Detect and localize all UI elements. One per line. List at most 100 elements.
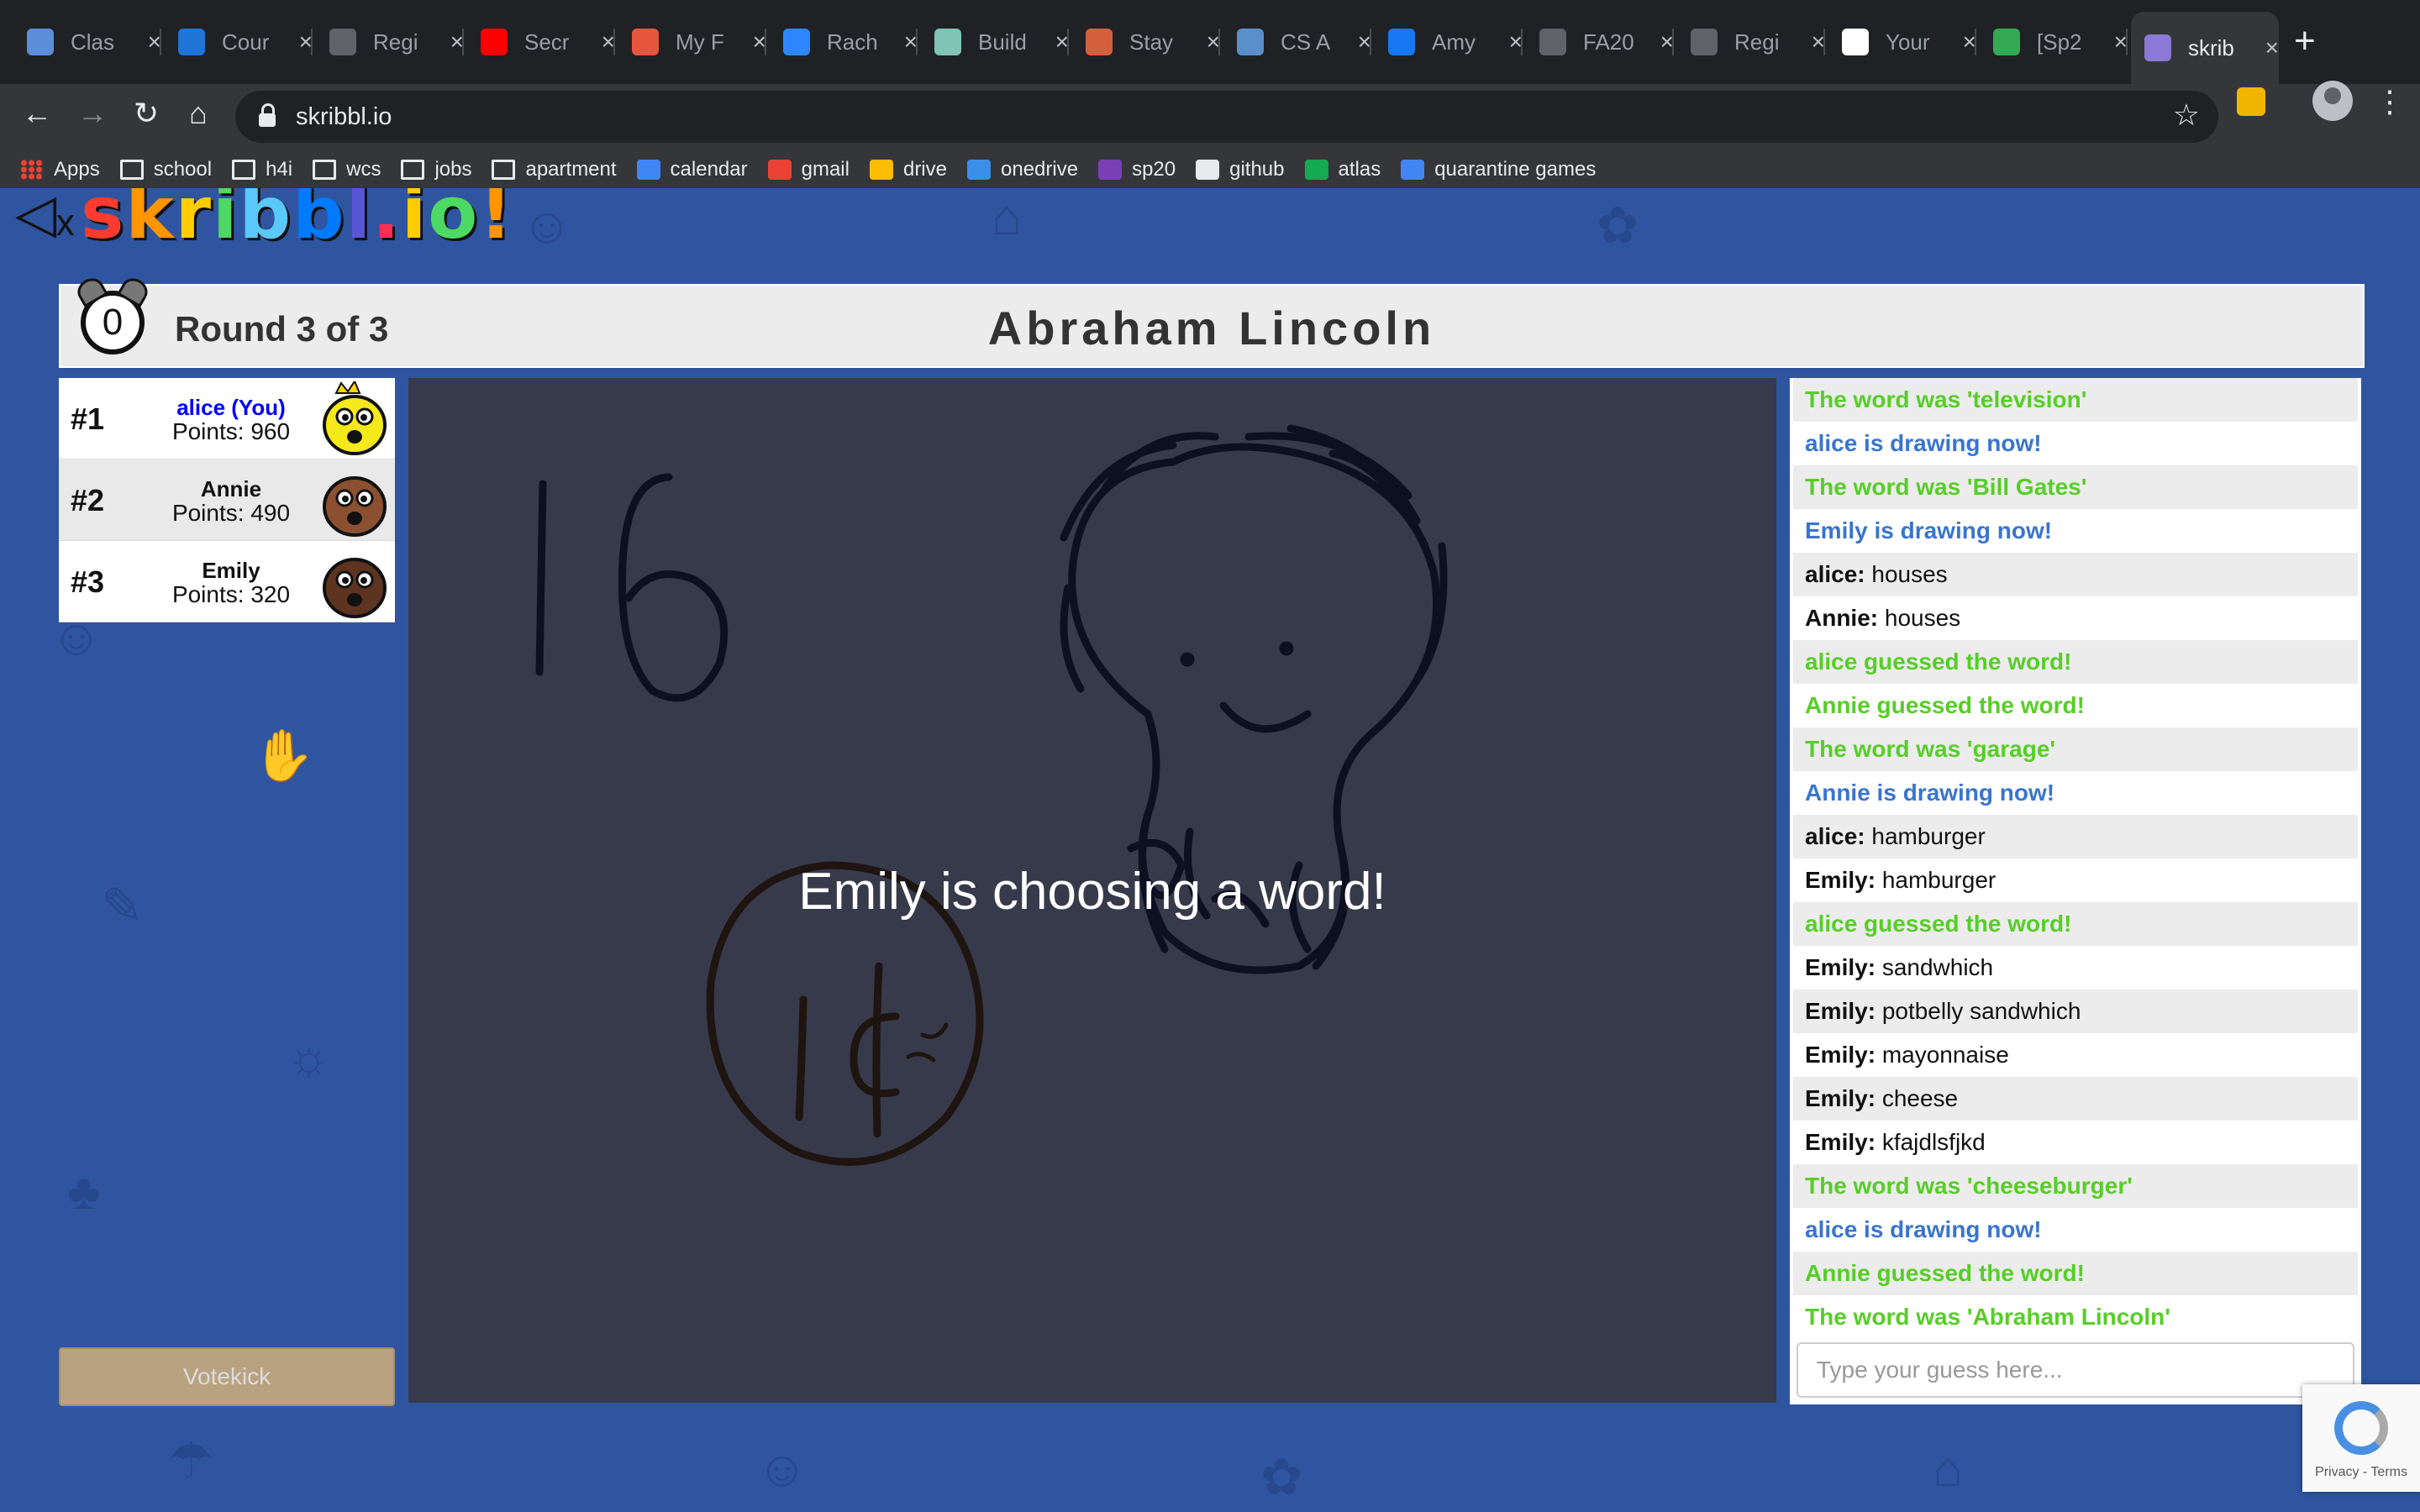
folder-icon [313, 160, 337, 180]
tab-title: [Sp2 [2037, 29, 2082, 55]
chat-system-text: The word was 'garage' [1805, 736, 2056, 762]
bookmark-onedrive[interactable]: onedrive [967, 158, 1078, 181]
i-logo-icon [632, 29, 659, 55]
tab-separator [1218, 29, 1220, 55]
bookmark-Apps[interactable]: Apps [20, 158, 100, 181]
bookmark-atlas[interactable]: atlas [1304, 158, 1381, 181]
bookmark-label: school [153, 158, 213, 181]
drawn-digit-one [535, 480, 547, 676]
player-rank: #2 [71, 483, 105, 517]
chat-message: Emily: cheese [1793, 1077, 2358, 1121]
browser-tab[interactable]: skrib × [2131, 12, 2279, 84]
bookmark-apartment[interactable]: apartment [492, 158, 617, 181]
browser-tab[interactable]: Your × [1828, 17, 1976, 67]
browser-tab[interactable]: Stay × [1072, 17, 1220, 67]
tab-title: Stay [1129, 29, 1174, 55]
tab-separator [765, 29, 766, 55]
folder-icon [119, 160, 144, 180]
bookmark-wcs[interactable]: wcs [313, 158, 381, 181]
browser-tab[interactable]: [Sp2 × [1980, 17, 2128, 67]
browser-tab[interactable]: Amy × [1375, 17, 1523, 67]
reload-icon[interactable]: ↻ [124, 96, 168, 131]
chat-text: sandwhich [1881, 954, 1994, 980]
current-word: Abraham Lincoln [987, 302, 1436, 354]
chat-system-text: The word was 'Bill Gates' [1805, 474, 2087, 500]
chat-system-text: alice is drawing now! [1805, 1216, 2042, 1242]
browser-tab[interactable]: Secr × [467, 17, 615, 67]
bookmark-h4i[interactable]: h4i [232, 158, 292, 181]
doodle-icon: ⌂ [992, 189, 1023, 245]
votekick-button[interactable]: Votekick [59, 1347, 395, 1406]
forward-arrow-icon[interactable]: → [71, 96, 114, 131]
tab-separator [311, 29, 313, 55]
browser-tab[interactable]: Build × [921, 17, 1069, 67]
bookmark-label: quarantine games [1434, 158, 1597, 181]
circle-play-icon [27, 29, 54, 55]
chat-text: cheese [1881, 1085, 1959, 1111]
chat-system-text: Annie guessed the word! [1805, 1260, 2085, 1286]
tab-title: skrib [2188, 34, 2234, 60]
tab-title: Cour [222, 29, 270, 55]
bookmark-star-icon[interactable]: ☆ [2173, 97, 2200, 133]
bookmark-gmail[interactable]: gmail [767, 158, 850, 181]
player-row[interactable]: #2 Annie Points: 490 [59, 459, 395, 541]
browser-tab[interactable]: CS A × [1223, 17, 1371, 67]
browser-tab[interactable]: FA20 × [1526, 17, 1674, 67]
browser-tab[interactable]: Rach × [770, 17, 918, 67]
chat-message: alice is drawing now! [1793, 422, 2358, 465]
skribbl-logo: ◁ₓ skribbl.io! [15, 188, 514, 255]
menu-kebab-icon[interactable]: ⋮ [2375, 84, 2405, 119]
bookmark-label: apartment [525, 158, 617, 181]
bookmark-quarantine-games[interactable]: quarantine games [1401, 158, 1596, 181]
drive-icon [869, 160, 893, 180]
skribbl-icon [2144, 34, 2171, 61]
chat-message: The word was 'garage' [1793, 727, 2358, 771]
chat-message: Emily: potbelly sandwhich [1793, 990, 2358, 1033]
browser-tab[interactable]: Regi × [316, 17, 464, 67]
close-tab-icon[interactable]: × [2265, 34, 2279, 61]
bookmark-school[interactable]: school [119, 158, 213, 181]
profile-avatar-icon[interactable] [2312, 81, 2353, 121]
recaptcha-links[interactable]: Privacy - Terms [2302, 1465, 2420, 1480]
chat-author: Emily: [1805, 998, 1876, 1024]
browser-tab[interactable]: Regi × [1677, 17, 1825, 67]
bookmark-github[interactable]: github [1196, 158, 1285, 181]
bookmark-label: github [1229, 158, 1285, 181]
recaptcha-icon [2334, 1401, 2388, 1455]
bookmark-drive[interactable]: drive [869, 158, 947, 181]
player-points: Points: 960 [171, 418, 291, 444]
back-arrow-icon[interactable]: ← [15, 96, 59, 131]
tab-separator [1521, 29, 1523, 55]
bookmark-sp20[interactable]: sp20 [1098, 158, 1176, 181]
player-row[interactable]: #3 Emily Points: 320 [59, 541, 395, 622]
speaker-mute-icon[interactable]: ◁ₓ [15, 188, 74, 245]
address-bar[interactable]: skribbl.io ☆ [235, 91, 2218, 143]
browser-tab[interactable]: Clas × [13, 17, 161, 67]
chat-message: Annie guessed the word! [1793, 684, 2358, 727]
globe-icon [1691, 29, 1718, 55]
tab-title: My F [676, 29, 724, 55]
new-tab-plus-icon[interactable]: + [2294, 20, 2316, 62]
chat-message: alice guessed the word! [1793, 902, 2358, 946]
chat-text: houses [1871, 561, 1948, 587]
chat-message: The word was 'television' [1793, 378, 2358, 422]
browser-tab[interactable]: My F × [618, 17, 766, 67]
bookmark-jobs[interactable]: jobs [401, 158, 471, 181]
bookmark-label: jobs [434, 158, 472, 181]
chat-author: Emily: [1805, 867, 1876, 893]
drawing-canvas[interactable]: Emily is choosing a word! [408, 378, 1776, 1403]
choosing-word-overlay: Emily is choosing a word! [798, 863, 1386, 921]
tab-separator [1823, 29, 1825, 55]
extension-icon[interactable] [2237, 87, 2265, 116]
folder-icon [232, 160, 256, 180]
drawn-coin-one [795, 995, 808, 1121]
player-list: #1 alice (You) Points: 960 #2 Annie Points: 4… [59, 378, 395, 622]
tab-title: Rach [827, 29, 878, 55]
recaptcha-badge[interactable]: Privacy - Terms [2302, 1384, 2420, 1492]
chat-panel: The word was 'television' alice is drawin… [1790, 378, 2361, 1404]
player-row[interactable]: #1 alice (You) Points: 960 [59, 378, 395, 459]
bookmark-calendar[interactable]: calendar [636, 158, 748, 181]
home-icon[interactable]: ⌂ [176, 96, 220, 131]
browser-tab[interactable]: Cour × [165, 17, 313, 67]
guess-input[interactable] [1797, 1342, 2354, 1398]
